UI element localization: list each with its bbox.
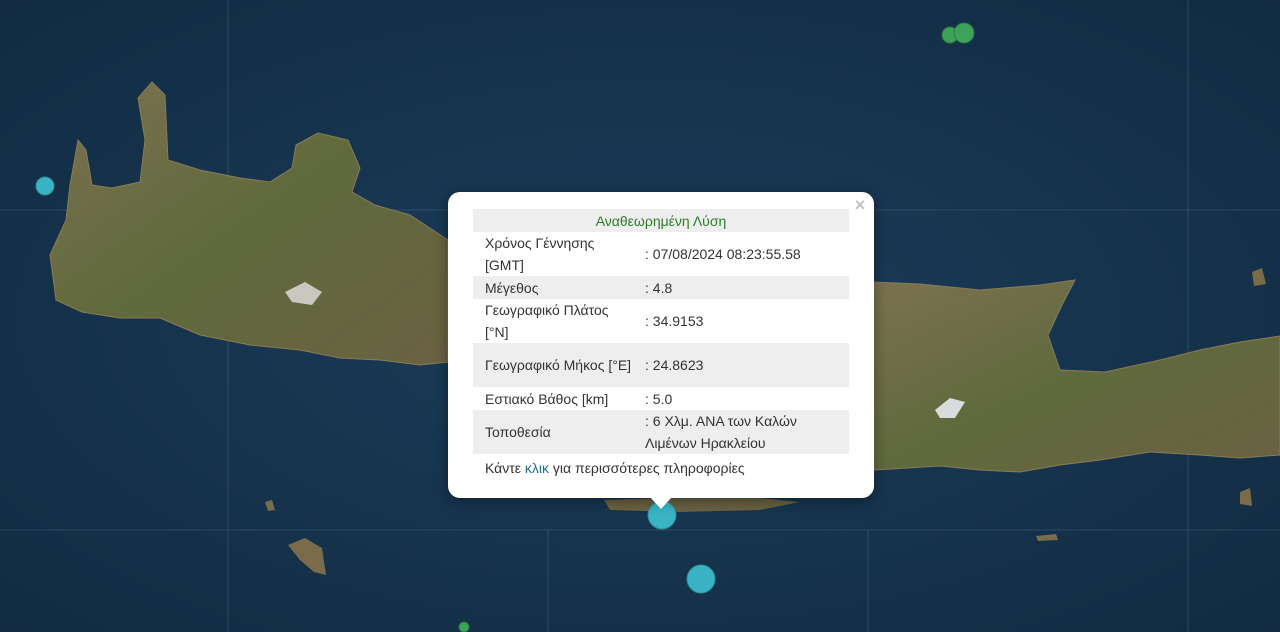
value-origin-time: : 07/08/2024 08:23:55.58 [645, 246, 801, 262]
popup-footer: Κάντε κλικ για περισσότερες πληροφορίες [485, 460, 745, 476]
label-magnitude: Μέγεθος [473, 276, 633, 299]
earthquake-marker[interactable] [458, 621, 470, 632]
value-depth: : 5.0 [645, 390, 673, 407]
value-longitude: : 24.8623 [633, 343, 849, 387]
info-row-magnitude: Μέγεθος : 4.8 [473, 276, 849, 299]
close-icon[interactable]: × [852, 196, 868, 214]
info-row-origin-time: Χρόνος Γέννησης [GMT] : 07/08/2024 08:23… [473, 232, 849, 276]
popup-title: Αναθεωρημένη Λύση [473, 209, 849, 232]
event-popup: × Αναθεωρημένη Λύση Χρόνος Γέννησης [GMT… [448, 192, 874, 498]
footer-prefix: Κάντε [485, 460, 525, 476]
info-row-latitude: Γεωγραφικό Πλάτος [°N] : 34.9153 [473, 299, 849, 343]
info-row-location: Τοποθεσία : 6 Χλμ. ΑΝΑ των Καλών Λιμένων… [473, 410, 849, 454]
value-magnitude: : 4.8 [633, 276, 849, 299]
footer-suffix: για περισσότερες πληροφορίες [549, 460, 745, 476]
earthquake-marker[interactable] [35, 176, 55, 196]
label-location: Τοποθεσία [473, 410, 633, 454]
label-latitude: Γεωγραφικό Πλάτος [°N] [485, 302, 609, 340]
label-longitude: Γεωγραφικό Μήκος [°E] [473, 343, 633, 387]
earthquake-marker[interactable] [953, 22, 975, 44]
info-row-longitude: Γεωγραφικό Μήκος [°E] : 24.8623 [473, 343, 849, 387]
label-origin-time: Χρόνος Γέννησης [GMT] [485, 235, 595, 273]
popup-title-row: Αναθεωρημένη Λύση [473, 209, 849, 232]
info-row-depth: Εστιακό Βάθος [km] : 5.0 [473, 387, 849, 410]
event-info-table: Αναθεωρημένη Λύση Χρόνος Γέννησης [GMT] … [473, 209, 849, 454]
more-info-link[interactable]: κλικ [525, 460, 549, 476]
value-location: : 6 Χλμ. ΑΝΑ των Καλών Λιμένων Ηρακλείου [633, 410, 849, 454]
earthquake-marker[interactable] [686, 564, 716, 594]
value-latitude: : 34.9153 [645, 313, 704, 329]
label-depth: Εστιακό Βάθος [km] [485, 390, 609, 407]
popup-tip [650, 497, 672, 509]
